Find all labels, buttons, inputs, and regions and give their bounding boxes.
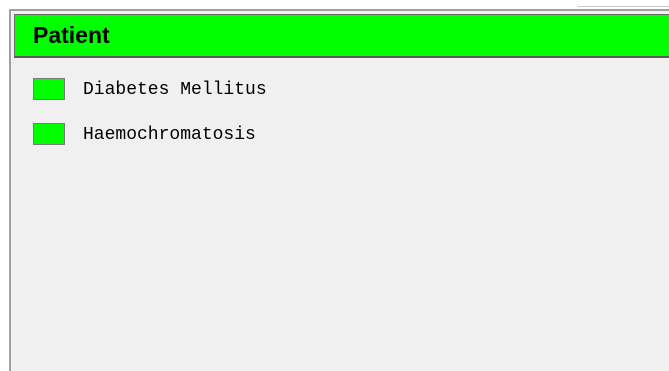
patient-panel-title: Patient xyxy=(33,22,110,48)
condition-label: Diabetes Mellitus xyxy=(83,80,267,100)
condition-item-haemochromatosis[interactable]: Haemochromatosis xyxy=(33,123,433,149)
condition-list: Diabetes Mellitus Haemochromatosis xyxy=(11,62,669,371)
status-indicator xyxy=(33,123,65,145)
patient-panel: Patient Diabetes Mellitus Haemochromatos… xyxy=(9,9,669,371)
condition-label: Haemochromatosis xyxy=(83,125,256,145)
condition-item-diabetes-mellitus[interactable]: Diabetes Mellitus xyxy=(33,78,433,104)
window-top-edge xyxy=(0,0,669,9)
patient-panel-header: Patient xyxy=(14,14,669,58)
window-top-edge-line xyxy=(578,6,669,7)
status-indicator xyxy=(33,78,65,100)
